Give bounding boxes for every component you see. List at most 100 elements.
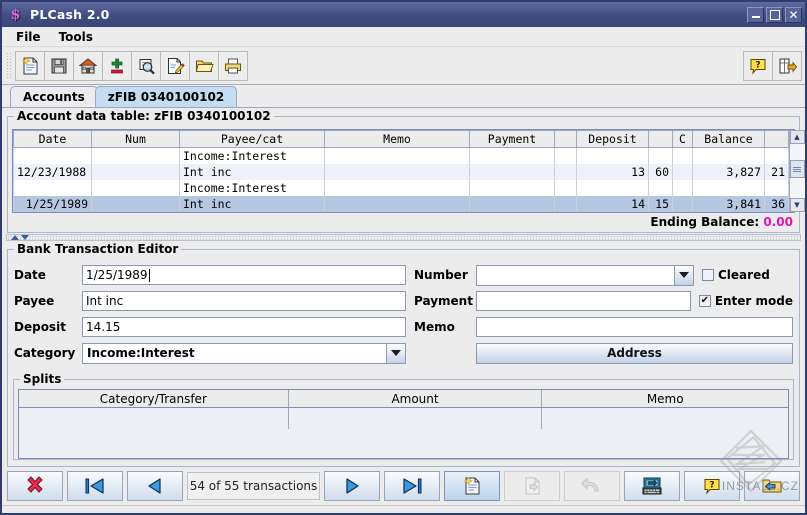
col-payee-cat[interactable]: Payee/cat [180, 131, 325, 148]
help-button[interactable]: ? [684, 471, 740, 501]
cell-deposit-cents [649, 148, 673, 164]
transaction-counter: 54 of 55 transactions [187, 472, 320, 500]
number-combobox[interactable] [476, 265, 694, 286]
transfer-button[interactable] [744, 471, 800, 501]
menu-tools[interactable]: Tools [51, 28, 101, 46]
search-icon[interactable] [131, 51, 161, 81]
minimize-icon[interactable] [747, 7, 764, 23]
delete-transaction-button[interactable] [7, 471, 63, 501]
address-row: Address [414, 341, 793, 365]
cell-payment [470, 196, 555, 212]
date-row: Date 1/25/1989 [14, 263, 406, 287]
table-row[interactable]: Income:Interest [14, 148, 789, 164]
enter-mode-checkbox[interactable]: ✔ Enter mode [699, 294, 793, 308]
col-deposit-cents[interactable] [649, 131, 673, 148]
cell-balance [693, 148, 765, 164]
svg-text:?: ? [709, 481, 714, 491]
payment-row: Payment ✔ Enter mode [414, 289, 793, 313]
deposit-input[interactable]: 14.15 [82, 317, 406, 337]
plus-minus-icon[interactable] [102, 51, 132, 81]
edit-document-icon[interactable] [160, 51, 190, 81]
col-payment[interactable]: Payment [470, 131, 555, 148]
col-num[interactable]: Num [92, 131, 180, 148]
cell-payment-cents [555, 180, 577, 196]
cell-balance: 3,827 [693, 164, 765, 180]
toolbar-grip[interactable] [6, 52, 12, 80]
table-row[interactable]: 12/23/1988 Int inc 13 60 3,827 21 [14, 164, 789, 180]
home-icon[interactable] [73, 51, 103, 81]
cleared-checkbox[interactable]: Cleared [702, 268, 770, 282]
open-folder-icon[interactable] [189, 51, 219, 81]
new-transaction-button[interactable] [444, 471, 500, 501]
chevron-down-icon[interactable] [674, 266, 693, 285]
chevron-down-icon[interactable] [386, 344, 405, 363]
last-transaction-button[interactable] [384, 471, 440, 501]
cleared-label: Cleared [718, 268, 770, 282]
collapse-up-icon[interactable] [11, 235, 19, 240]
payment-input[interactable] [476, 291, 691, 311]
menu-file[interactable]: File [8, 28, 49, 46]
help-icon[interactable]: ? [743, 51, 773, 81]
splits-col-category[interactable]: Category/Transfer [19, 390, 288, 407]
table-row[interactable]: Income:Interest [14, 180, 789, 196]
category-combobox[interactable]: Income:Interest [82, 343, 406, 364]
cell-payee: Income:Interest [180, 180, 325, 196]
table-row[interactable] [19, 407, 788, 429]
collapse-down-icon[interactable] [21, 235, 29, 240]
scroll-thumb[interactable] [790, 160, 805, 178]
keyboard-entry-button[interactable] [624, 471, 680, 501]
transaction-navigation-bar: 54 of 55 transactions [7, 471, 800, 501]
splits-col-memo[interactable]: Memo [542, 390, 788, 407]
tab-zfib-0340100102[interactable]: zFIB 0340100102 [95, 86, 237, 107]
exit-icon[interactable] [772, 51, 802, 81]
splits-table-container: Category/Transfer Amount Memo [18, 389, 789, 459]
next-transaction-button[interactable] [324, 471, 380, 501]
deposit-row: Deposit 14.15 [14, 315, 406, 339]
col-balance-cents[interactable] [765, 131, 789, 148]
scroll-down-icon[interactable]: ▼ [790, 198, 805, 212]
cell-date [14, 148, 92, 164]
col-balance[interactable]: Balance [693, 131, 765, 148]
first-transaction-button[interactable] [67, 471, 123, 501]
col-deposit[interactable]: Deposit [577, 131, 649, 148]
toolbar-left-group [15, 51, 247, 81]
table-row[interactable]: 1/25/1989 Int inc 14 15 3,841 36 [14, 196, 789, 212]
cell-cleared [673, 180, 693, 196]
new-document-icon[interactable] [15, 51, 45, 81]
payee-label: Payee [14, 294, 82, 308]
account-table-scrollbar[interactable]: ▲ ▼ [789, 130, 804, 212]
print-icon[interactable] [218, 51, 248, 81]
save-icon[interactable] [44, 51, 74, 81]
date-input[interactable]: 1/25/1989 [82, 265, 406, 285]
close-icon[interactable]: ✕ [785, 7, 802, 23]
editor-fields: Date 1/25/1989 Payee Int inc Deposit 14.… [8, 259, 799, 369]
col-memo[interactable]: Memo [325, 131, 470, 148]
window-controls: ✕ [747, 7, 802, 23]
date-label: Date [14, 268, 82, 282]
scroll-up-icon[interactable]: ▲ [790, 130, 805, 144]
cell-balance-cents: 21 [765, 164, 789, 180]
payee-input[interactable]: Int inc [82, 291, 406, 311]
splits-header-row: Category/Transfer Amount Memo [19, 390, 788, 407]
toolbar: ? [2, 47, 805, 85]
scroll-track[interactable] [790, 144, 805, 198]
number-value [477, 266, 674, 285]
memo-input[interactable] [476, 317, 793, 337]
toolbar-right-group: ? [743, 51, 801, 81]
maximize-icon[interactable] [766, 7, 783, 23]
cell-num [92, 196, 180, 212]
col-date[interactable]: Date [14, 131, 92, 148]
col-payment-cents[interactable] [555, 131, 577, 148]
previous-transaction-button[interactable] [127, 471, 183, 501]
account-table: Date Num Payee/cat Memo Payment Deposit … [13, 130, 789, 212]
col-cleared[interactable]: C [673, 131, 693, 148]
address-button[interactable]: Address [476, 343, 793, 364]
memo-label: Memo [414, 320, 476, 334]
splits-col-amount[interactable]: Amount [288, 390, 542, 407]
title-bar: $ PLCash 2.0 ✕ [2, 2, 805, 27]
tab-accounts[interactable]: Accounts [10, 86, 98, 107]
menu-bar: File Tools [2, 27, 805, 47]
ending-balance-value: 0.00 [763, 215, 793, 229]
cell-memo [325, 164, 470, 180]
split-pane-divider[interactable] [6, 234, 801, 242]
